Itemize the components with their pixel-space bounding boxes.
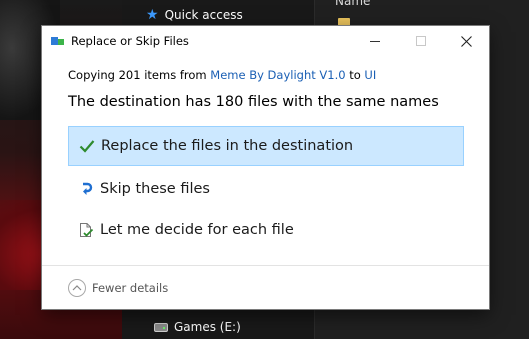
title-bar[interactable]: Replace or Skip Files <box>42 26 489 56</box>
nav-item-label: Quick access <box>164 8 243 22</box>
replace-files-option[interactable]: Replace the files in the destination <box>68 126 464 166</box>
minimize-button[interactable] <box>352 26 398 56</box>
checkmark-icon <box>77 136 97 156</box>
option-label: Skip these files <box>100 181 210 197</box>
copy-summary: Copying 201 items from Meme By Daylight … <box>68 68 376 82</box>
close-icon <box>460 35 472 47</box>
dialog-footer: Fewer details <box>42 265 489 309</box>
option-label: Replace the files in the destination <box>101 138 354 154</box>
nav-item-games-drive[interactable]: Games (E:) <box>154 318 241 336</box>
window-title: Replace or Skip Files <box>71 34 189 48</box>
decide-each-file-option[interactable]: Let me decide for each file <box>68 210 464 250</box>
chevron-up-icon <box>72 285 82 291</box>
conflict-headline: The destination has 180 files with the s… <box>68 94 439 110</box>
maximize-button[interactable] <box>398 26 444 56</box>
drive-icon <box>154 322 168 332</box>
decide-file-icon <box>76 220 96 240</box>
destination-folder-link[interactable]: UI <box>364 68 376 82</box>
close-button[interactable] <box>443 26 489 56</box>
minimize-icon <box>370 40 380 42</box>
skip-files-option[interactable]: Skip these files <box>68 169 464 209</box>
source-folder-link[interactable]: Meme By Daylight V1.0 <box>210 68 345 82</box>
copy-summary-prefix: Copying 201 items from <box>68 68 211 82</box>
nav-item-quick-access[interactable]: ★ Quick access <box>146 6 243 24</box>
copy-files-icon <box>51 36 65 46</box>
option-label: Let me decide for each file <box>100 222 294 238</box>
skip-arrow-icon <box>76 179 96 199</box>
nav-item-label: Games (E:) <box>174 320 241 334</box>
column-header-name[interactable]: Name <box>335 0 370 8</box>
copy-summary-middle: to <box>345 68 365 82</box>
details-toggle-button[interactable] <box>68 279 86 297</box>
fewer-details-link[interactable]: Fewer details <box>92 281 168 295</box>
replace-skip-dialog: Replace or Skip Files Copying 201 items … <box>42 26 489 309</box>
star-icon: ★ <box>146 7 159 23</box>
maximize-icon <box>416 36 426 46</box>
